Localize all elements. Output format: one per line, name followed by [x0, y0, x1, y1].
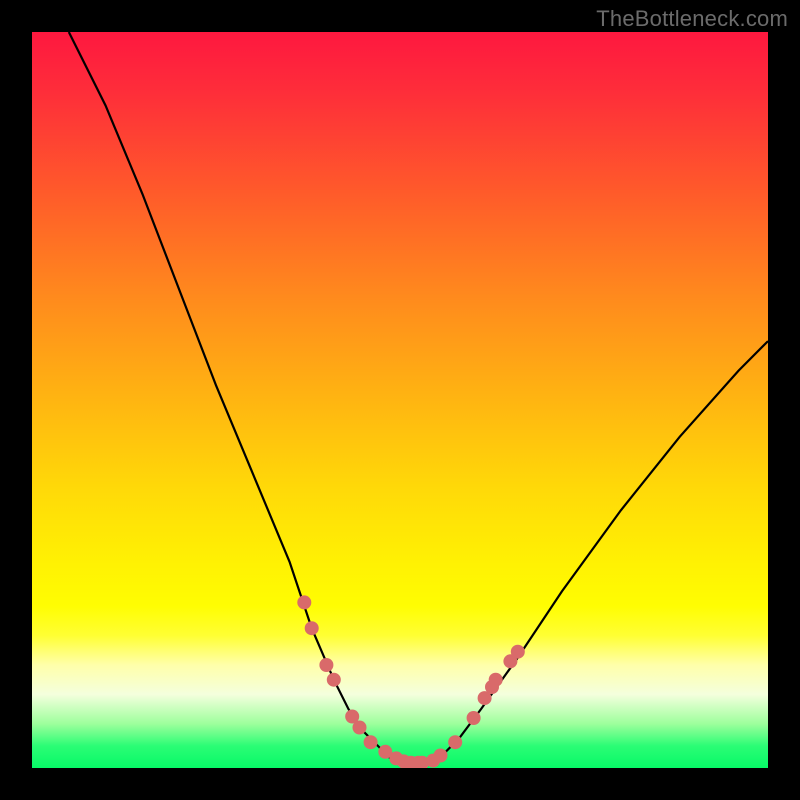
- curve-marker: [478, 691, 492, 705]
- curve-left-branch: [69, 32, 393, 761]
- marker-group: [297, 595, 525, 768]
- chart-frame: [32, 32, 768, 768]
- curve-marker: [327, 673, 341, 687]
- curve-marker: [353, 721, 367, 735]
- curve-marker: [345, 710, 359, 724]
- curve-marker: [511, 645, 525, 659]
- curve-marker: [297, 595, 311, 609]
- curve-marker: [404, 756, 418, 768]
- curve-marker: [378, 745, 392, 759]
- curve-marker: [448, 735, 462, 749]
- curve-marker: [397, 754, 411, 768]
- watermark-text: TheBottleneck.com: [596, 6, 788, 32]
- curve-marker: [503, 654, 517, 668]
- curve-marker: [415, 756, 429, 768]
- bottleneck-curve-svg: [32, 32, 768, 768]
- curve-marker: [411, 756, 425, 768]
- curve-marker: [426, 754, 440, 768]
- curve-marker: [305, 621, 319, 635]
- curve-marker: [467, 711, 481, 725]
- curve-right-branch: [437, 341, 768, 760]
- curve-valley-floor: [393, 761, 437, 765]
- curve-marker: [319, 658, 333, 672]
- curve-marker: [364, 735, 378, 749]
- curve-marker: [434, 749, 448, 763]
- curve-marker: [489, 673, 503, 687]
- curve-marker: [485, 680, 499, 694]
- curve-marker: [389, 751, 403, 765]
